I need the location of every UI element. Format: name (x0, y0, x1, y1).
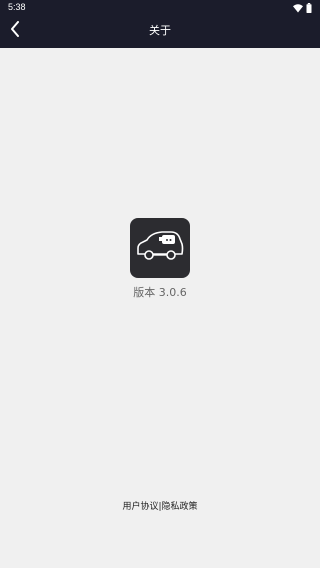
version-info: 版本 3.0.6 (0, 286, 320, 300)
back-button[interactable] (0, 14, 30, 48)
car-icon (134, 226, 186, 270)
version-label: 版本 (133, 286, 156, 299)
app-logo (130, 218, 190, 278)
privacy-policy-link[interactable]: 隐私政策 (162, 502, 198, 512)
about-content: 版本 3.0.6 (0, 48, 320, 568)
user-agreement-link[interactable]: 用户协议 (122, 502, 158, 512)
status-icons (293, 2, 312, 13)
version-number: 3.0.6 (158, 286, 187, 299)
status-time: 5:38 (8, 2, 26, 12)
chevron-left-icon (10, 21, 20, 41)
status-bar: 5:38 (0, 0, 320, 14)
footer-links: 用户协议|隐私政策 (0, 501, 320, 513)
nav-bar: 关于 (0, 14, 320, 48)
page-title: 关于 (149, 24, 171, 37)
